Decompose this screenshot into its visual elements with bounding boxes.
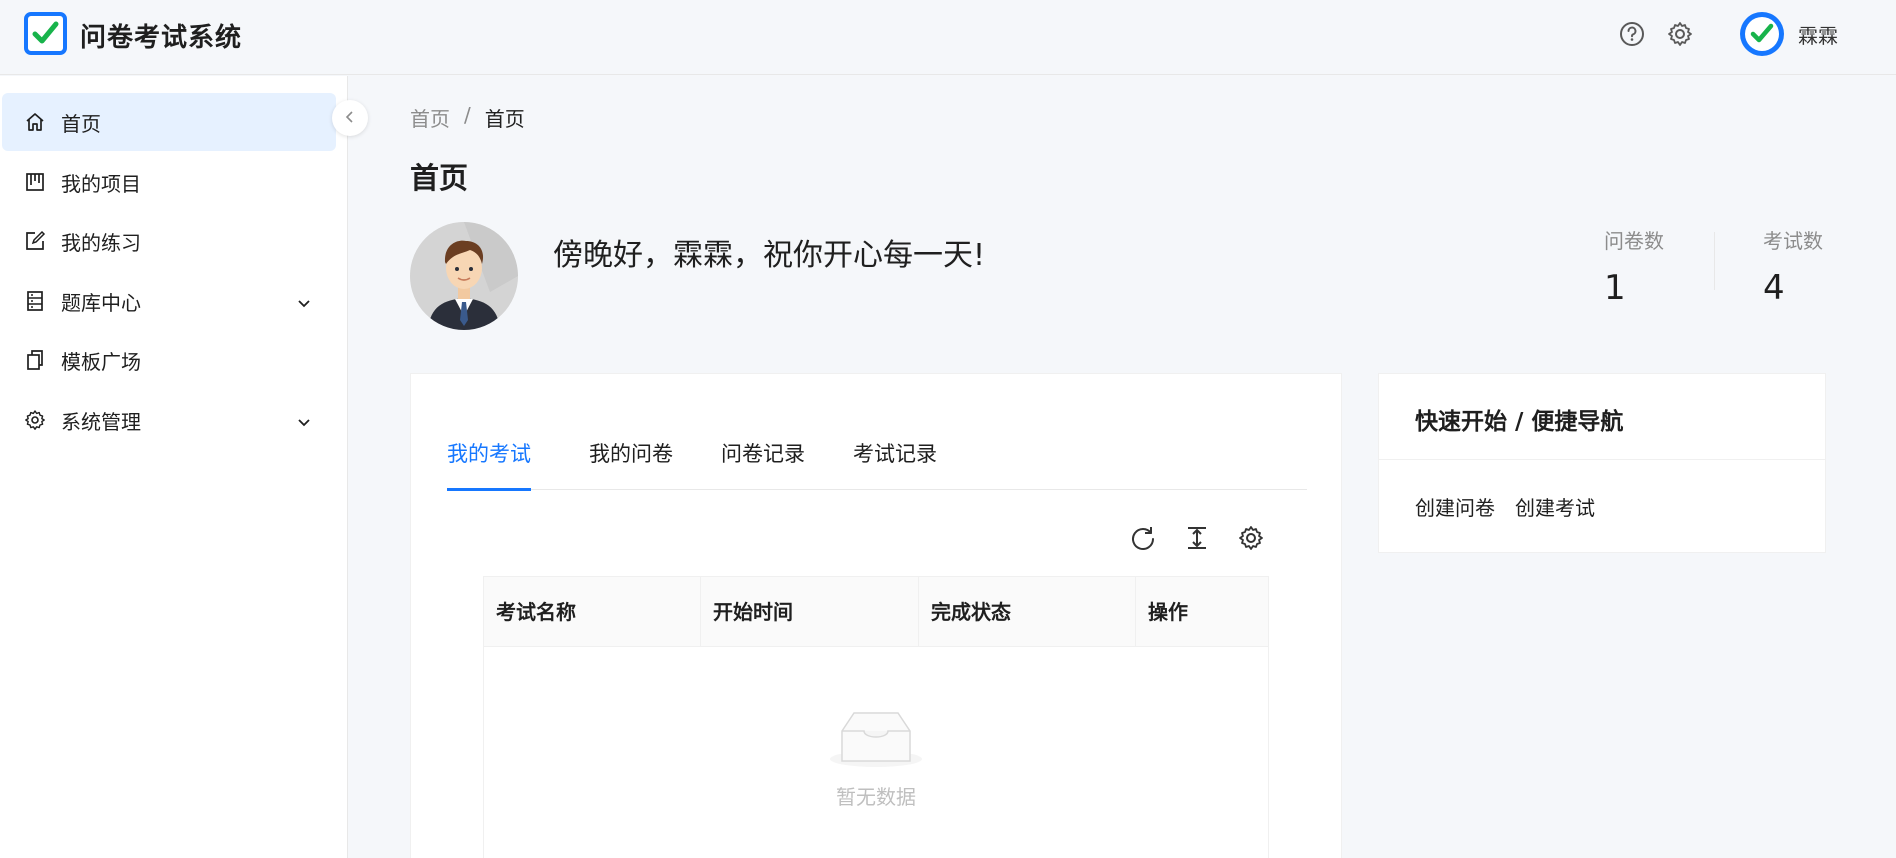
stat-questionnaires: 问卷数 1 [1604, 225, 1664, 308]
reload-icon[interactable] [1129, 524, 1157, 552]
stat-value: 1 [1604, 268, 1626, 308]
user-name[interactable]: 霖霖 [1798, 20, 1838, 49]
copy-icon [24, 349, 46, 371]
column-header-start-time[interactable]: 开始时间 [701, 577, 793, 647]
sidebar-item-label: 我的项目 [61, 171, 141, 196]
empty-state: 暂无数据 [484, 707, 1268, 810]
stat-divider [1714, 232, 1715, 290]
column-header-actions[interactable]: 操作 [1136, 577, 1188, 647]
chevron-down-icon [296, 411, 312, 427]
chevron-left-icon [343, 109, 357, 128]
breadcrumb-link-home[interactable]: 首页 [410, 103, 450, 132]
stat-value: 4 [1763, 268, 1785, 308]
tab-exam-records[interactable]: 考试记录 [853, 434, 937, 490]
stat-label: 考试数 [1763, 229, 1823, 253]
home-icon [24, 111, 46, 133]
tab-my-exams[interactable]: 我的考试 [447, 434, 531, 491]
sidebar-item-practice[interactable]: 我的练习 [2, 212, 336, 270]
breadcrumb-separator: / [464, 103, 471, 127]
sidebar-item-label: 我的练习 [61, 230, 141, 255]
tab-questionnaire-records[interactable]: 问卷记录 [721, 434, 805, 490]
table-header: 考试名称 开始时间 完成状态 操作 [484, 577, 1268, 647]
create-questionnaire-link[interactable]: 创建问卷 [1415, 492, 1495, 521]
column-height-icon[interactable] [1183, 524, 1211, 552]
sidebar-item-home[interactable]: 首页 [2, 93, 336, 151]
stat-label: 问卷数 [1604, 229, 1664, 253]
empty-text: 暂无数据 [836, 785, 916, 809]
exam-table: 考试名称 开始时间 完成状态 操作 暂无数据 [483, 576, 1269, 858]
user-avatar[interactable] [1740, 12, 1784, 56]
settings-icon[interactable] [1666, 20, 1694, 48]
stat-exams: 考试数 4 [1763, 225, 1823, 308]
table-settings-icon[interactable] [1237, 524, 1265, 552]
sidebar-item-question-bank[interactable]: 题库中心 [2, 272, 336, 330]
sidebar-item-system[interactable]: 系统管理 [2, 391, 336, 449]
sidebar: 首页 我的项目 我的练习 题库中心 模板广场 系统管理 [0, 76, 348, 858]
sidebar-item-templates[interactable]: 模板广场 [2, 331, 336, 389]
breadcrumb-current: 首页 [484, 107, 525, 131]
divider [1379, 459, 1825, 460]
sidebar-item-label: 题库中心 [61, 290, 141, 315]
avatar [410, 222, 518, 330]
tab-my-questionnaires[interactable]: 我的问卷 [589, 434, 673, 490]
empty-inbox-icon [828, 712, 924, 773]
page-title: 首页 [410, 161, 469, 195]
sidebar-item-projects[interactable]: 我的项目 [2, 153, 336, 211]
sidebar-collapse-button[interactable] [332, 100, 368, 136]
records-card: 我的考试 我的问卷 问卷记录 考试记录 考试名称 开始时间 完成状态 操作 暂无… [410, 373, 1342, 858]
quick-nav-card: 快速开始 / 便捷导航 创建问卷 创建考试 [1378, 373, 1826, 553]
gear-icon [24, 409, 46, 431]
app-title: 问卷考试系统 [80, 23, 243, 53]
edit-icon [24, 230, 46, 252]
quick-links: 创建问卷 创建考试 [1415, 492, 1595, 521]
tab-bar: 我的考试 我的问卷 问卷记录 考试记录 [447, 434, 1307, 491]
chevron-down-icon [296, 292, 312, 308]
user-menu[interactable]: 霖霖 [1740, 12, 1838, 56]
sidebar-item-label: 模板广场 [61, 349, 141, 374]
app-logo[interactable] [24, 12, 67, 55]
project-icon [24, 171, 46, 193]
sidebar-item-label: 系统管理 [61, 409, 141, 434]
create-exam-link[interactable]: 创建考试 [1515, 492, 1595, 521]
breadcrumb: 首页 / 首页 [410, 103, 525, 132]
greeting-text: 傍晚好，霖霖，祝你开心每一天! [553, 238, 986, 273]
top-header: 问卷考试系统 霖霖 [0, 0, 1896, 75]
database-icon [24, 290, 46, 312]
column-header-exam-name[interactable]: 考试名称 [484, 577, 576, 647]
column-header-status[interactable]: 完成状态 [919, 577, 1011, 647]
quick-nav-title: 快速开始 / 便捷导航 [1415, 409, 1624, 435]
sidebar-item-label: 首页 [61, 111, 101, 136]
help-icon[interactable] [1618, 20, 1646, 48]
